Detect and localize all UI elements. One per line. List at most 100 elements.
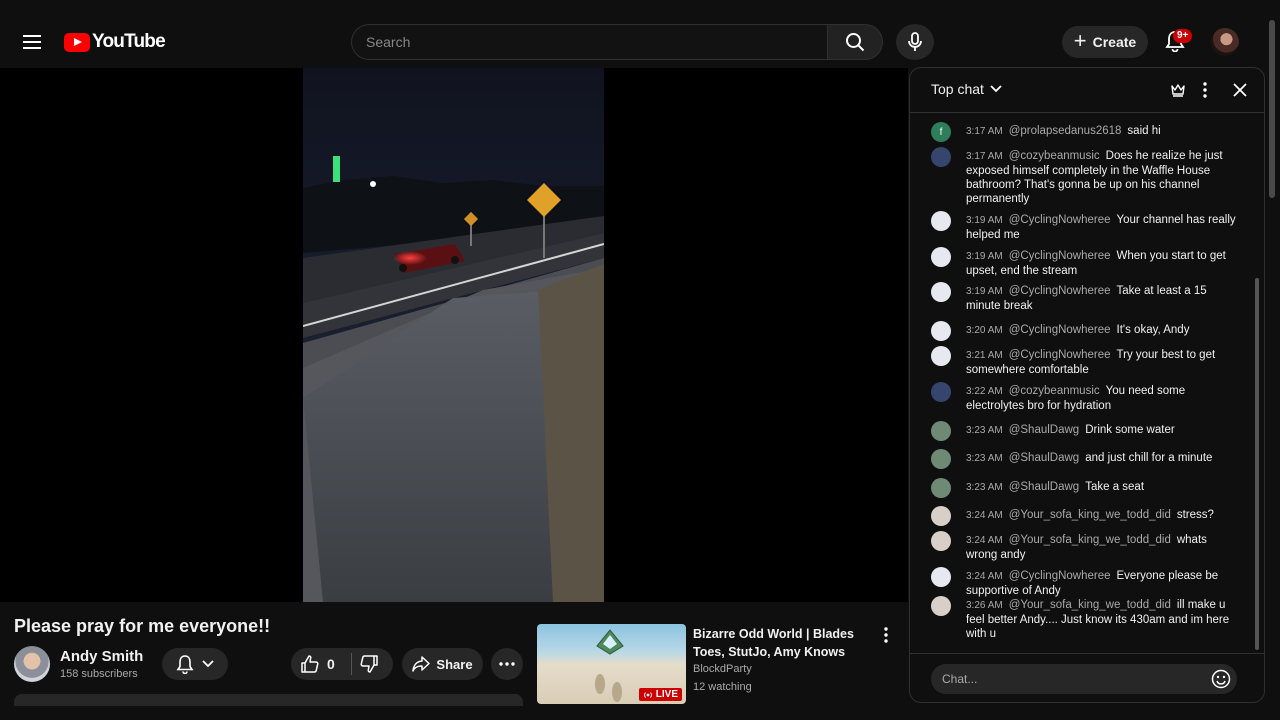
subscriber-count: 158 subscribers [60,668,138,680]
recommended-menu-button[interactable] [876,625,896,645]
voice-search-button[interactable] [896,24,934,60]
like-button[interactable]: 0 [291,648,346,680]
chat-author-name[interactable]: @ShaulDawg [1009,424,1080,436]
chat-message-body: 3:24 AM @CyclingNowheree Everyone please b… [966,569,1236,598]
chat-author-name[interactable]: @CyclingNowheree [1009,324,1111,336]
chat-author-avatar[interactable] [931,596,951,616]
search-input[interactable] [351,24,827,60]
chat-author-name[interactable]: @CyclingNowheree [1009,285,1111,297]
chat-message-list[interactable]: f 3:17 AM @prolapsedanus2618 said hi 3:17 AM… [910,113,1250,653]
create-label: Create [1092,34,1137,50]
share-button[interactable]: Share [402,648,483,680]
chat-message-body: 3:17 AM @prolapsedanus2618 said hi [966,124,1236,139]
microphone-icon [908,32,922,51]
chat-author-name[interactable]: @Your_sofa_king_we_todd_did [1009,509,1171,521]
leaderboard-button[interactable] [1168,80,1188,100]
chat-message-body: 3:23 AM @ShaulDawg Drink some water [966,423,1236,438]
chat-author-avatar[interactable] [931,421,951,441]
notification-subscription-button[interactable] [162,648,228,680]
share-label: Share [436,656,473,672]
chat-timestamp: 3:23 AM [966,453,1003,464]
search-icon [846,33,865,52]
chat-message-body: 3:17 AM @cozybeanmusic Does he realize he … [966,149,1236,206]
chat-author-name[interactable]: @prolapsedanus2618 [1009,125,1122,137]
recommended-watching: 12 watching [693,681,752,693]
masthead: YouTube + Create 9+ [0,0,1280,68]
youtube-logo[interactable]: YouTube [64,30,166,54]
chat-author-name[interactable]: @CyclingNowheree [1009,214,1111,226]
live-chat-panel: Top chat f 3:17 AM @prolapsedanus2618 said … [909,67,1265,703]
chat-message-body: 3:22 AM @cozybeanmusic You need some elect… [966,384,1236,413]
chat-message-body: 3:23 AM @ShaulDawg Take a seat [966,480,1236,495]
search-box [351,24,883,60]
chat-author-avatar[interactable] [931,506,951,526]
page-scrollbar[interactable] [1269,20,1275,198]
chat-timestamp: 3:19 AM [966,251,1003,262]
emoji-icon [1211,669,1231,689]
video-player[interactable] [0,68,908,602]
more-actions-button[interactable] [491,648,523,680]
chat-author-name[interactable]: @Your_sofa_king_we_todd_did [1009,599,1171,611]
chat-scrollbar[interactable] [1255,278,1259,650]
chat-input[interactable]: Chat... [931,664,1237,694]
chat-footer: Chat... [910,653,1264,702]
chat-timestamp: 3:24 AM [966,535,1003,546]
chat-author-name[interactable]: @cozybeanmusic [1009,385,1100,397]
chat-author-name[interactable]: @Your_sofa_king_we_todd_did [1009,534,1171,546]
channel-avatar[interactable] [14,646,50,682]
chat-close-button[interactable] [1230,80,1250,100]
chat-author-name[interactable]: @ShaulDawg [1009,481,1080,493]
chat-author-avatar[interactable] [931,321,951,341]
chat-author-avatar[interactable] [931,449,951,469]
recommended-title[interactable]: Bizarre Odd World | Blades Toes, StutJo,… [693,625,868,661]
more-vertical-icon [884,627,888,643]
live-badge: LIVE [638,688,682,701]
chat-timestamp: 3:23 AM [966,482,1003,493]
plus-icon: + [1073,28,1087,53]
chat-message-body: 3:20 AM @CyclingNowheree It's okay, Andy [966,323,1236,338]
chat-message-body: 3:21 AM @CyclingNowheree Try your best to … [966,348,1236,377]
chat-author-name[interactable]: @cozybeanmusic [1009,150,1100,162]
chat-message-text: Take a seat [1085,481,1145,493]
chat-message-body: 3:26 AM @Your_sofa_king_we_todd_did ill ma… [966,598,1236,641]
chat-timestamp: 3:17 AM [966,151,1003,162]
chat-author-avatar[interactable] [931,478,951,498]
recommended-thumbnail[interactable]: LIVE [537,624,686,704]
chat-message-text: and just chill for a minute [1085,452,1213,464]
channel-name[interactable]: Andy Smith [60,648,143,665]
chat-author-name[interactable]: @CyclingNowheree [1009,250,1111,262]
create-button[interactable]: + Create [1062,26,1148,58]
recommended-channel[interactable]: BlockdParty [693,663,752,675]
bell-icon [176,655,194,674]
chat-author-avatar[interactable] [931,247,951,267]
chat-mode-dropdown[interactable]: Top chat [931,81,1002,97]
chat-author-avatar[interactable] [931,211,951,231]
dislike-button[interactable] [360,648,378,680]
logo-wordmark: YouTube [92,31,166,52]
emoji-button[interactable] [1211,669,1231,689]
chat-author-avatar[interactable] [931,382,951,402]
chat-author-avatar[interactable]: f [931,122,951,142]
chat-author-name[interactable]: @CyclingNowheree [1009,349,1111,361]
chat-author-avatar[interactable] [931,531,951,551]
chat-author-avatar[interactable] [931,282,951,302]
chevron-down-icon [990,85,1002,93]
chat-more-button[interactable] [1195,80,1215,100]
chat-timestamp: 3:21 AM [966,350,1003,361]
chat-author-avatar[interactable] [931,567,951,587]
guide-menu-button[interactable] [16,26,48,58]
chat-author-name[interactable]: @CyclingNowheree [1009,570,1111,582]
description-box[interactable] [14,694,523,706]
chat-message-body: 3:19 AM @CyclingNowheree When you start to… [966,249,1236,278]
video-title: Please pray for me everyone!! [14,616,271,636]
account-avatar[interactable] [1211,28,1239,56]
live-broadcast-icon [643,691,652,698]
chat-author-name[interactable]: @ShaulDawg [1009,452,1080,464]
share-icon [412,656,431,672]
more-vertical-icon [1203,82,1207,98]
chat-author-avatar[interactable] [931,346,951,366]
chat-message-text: It's okay, Andy [1116,324,1190,336]
search-button[interactable] [827,24,883,60]
chat-author-avatar[interactable] [931,147,951,167]
hamburger-icon [23,35,41,49]
